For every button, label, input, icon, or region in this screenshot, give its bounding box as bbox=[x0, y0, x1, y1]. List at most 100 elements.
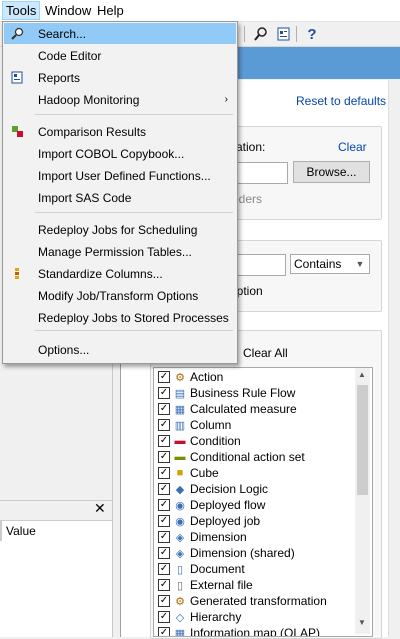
type-list-item[interactable]: ✓ ▦ Calculated measure bbox=[154, 401, 354, 417]
location-input[interactable] bbox=[230, 162, 288, 184]
match-type-select[interactable]: Contains ▼ bbox=[290, 254, 370, 274]
menu-separator bbox=[35, 114, 233, 115]
scroll-down-icon[interactable]: ▼ bbox=[358, 618, 366, 627]
object-type-icon: ◉ bbox=[175, 499, 185, 512]
panel-scrollbar[interactable] bbox=[388, 80, 400, 637]
type-checkbox[interactable]: ✓ bbox=[158, 611, 170, 623]
type-list-item[interactable]: ✓ ◈ Dimension (shared) bbox=[154, 545, 354, 561]
type-label: Conditional action set bbox=[190, 450, 305, 464]
tools-menu-item[interactable]: Manage Permission Tables... bbox=[4, 241, 236, 262]
type-checkbox[interactable]: ✓ bbox=[158, 531, 170, 543]
object-type-icon: ▯ bbox=[176, 579, 184, 592]
value-column-header[interactable]: Value bbox=[6, 524, 36, 538]
tools-menu-item[interactable]: Options... bbox=[4, 339, 236, 360]
type-checkbox[interactable]: ✓ bbox=[158, 627, 170, 636]
type-list-item[interactable]: ✓ ⚙ Action bbox=[154, 369, 354, 385]
object-type-icon: ▤ bbox=[174, 387, 186, 400]
menu-icon-slot bbox=[10, 343, 24, 357]
types-list-scroll-thumb[interactable] bbox=[357, 385, 368, 495]
type-checkbox[interactable]: ✓ bbox=[158, 387, 170, 399]
menu-item-label: Manage Permission Tables... bbox=[38, 244, 192, 259]
tools-menu-item[interactable]: Modify Job/Transform Options bbox=[4, 285, 236, 306]
name-input[interactable] bbox=[230, 254, 286, 276]
match-type-value: Contains bbox=[294, 257, 342, 271]
report-icon[interactable] bbox=[274, 25, 292, 43]
object-type-icon: ▥ bbox=[174, 419, 186, 432]
type-list-item[interactable]: ✓ ▬ Condition bbox=[154, 433, 354, 449]
type-checkbox[interactable]: ✓ bbox=[158, 499, 170, 511]
type-label: Action bbox=[190, 370, 224, 384]
toolbar-separator bbox=[244, 26, 245, 42]
help-icon[interactable]: ? bbox=[303, 25, 321, 43]
type-list-item[interactable]: ✓ ▬ Conditional action set bbox=[154, 449, 354, 465]
type-checkbox[interactable]: ✓ bbox=[158, 403, 170, 415]
menu-tools[interactable]: Tools bbox=[2, 1, 41, 20]
object-type-icon: ▦ bbox=[174, 403, 186, 416]
object-type-icon: ▬ bbox=[174, 435, 186, 447]
tools-menu-item[interactable]: Redeploy Jobs to Stored Processes bbox=[4, 307, 236, 328]
menu-item-label: Standardize Columns... bbox=[38, 266, 163, 281]
type-label: Document bbox=[190, 562, 245, 576]
type-label: Business Rule Flow bbox=[190, 386, 296, 400]
tools-menu-item[interactable]: Import SAS Code bbox=[4, 187, 236, 208]
menu-item-label: Import SAS Code bbox=[38, 190, 132, 205]
type-checkbox[interactable]: ✓ bbox=[158, 451, 170, 463]
properties-body bbox=[0, 541, 112, 637]
tools-menu-item[interactable]: Hadoop Monitoring › bbox=[4, 89, 236, 110]
menu-separator bbox=[35, 330, 233, 331]
object-type-icon: ◉ bbox=[175, 515, 185, 528]
menu-help[interactable]: Help bbox=[94, 2, 127, 19]
type-checkbox[interactable]: ✓ bbox=[158, 563, 170, 575]
type-checkbox[interactable]: ✓ bbox=[158, 547, 170, 559]
type-list-item[interactable]: ✓ ◇ Hierarchy bbox=[154, 609, 354, 625]
type-list-item[interactable]: ✓ ◉ Deployed flow bbox=[154, 497, 354, 513]
tools-menu-item[interactable]: Import COBOL Copybook... bbox=[4, 143, 236, 164]
type-list-item[interactable]: ✓ ◆ Decision Logic bbox=[154, 481, 354, 497]
reset-to-defaults-link[interactable]: Reset to defaults bbox=[296, 94, 386, 108]
properties-columns: Value bbox=[0, 520, 112, 542]
search-icon bbox=[10, 27, 24, 41]
tools-menu-item[interactable]: Comparison Results bbox=[4, 121, 236, 142]
clear-location-link[interactable]: Clear bbox=[338, 140, 367, 154]
type-label: Deployed job bbox=[190, 514, 261, 528]
type-checkbox[interactable]: ✓ bbox=[158, 467, 170, 479]
browse-button[interactable]: Browse... bbox=[293, 161, 370, 183]
close-icon[interactable]: ✕ bbox=[94, 500, 106, 517]
type-list-item[interactable]: ✓ ▯ Document bbox=[154, 561, 354, 577]
clear-all-label[interactable]: Clear All bbox=[243, 346, 288, 360]
standardize-icon bbox=[10, 267, 24, 281]
type-list-item[interactable]: ✓ ■ Cube bbox=[154, 465, 354, 481]
search-icon[interactable] bbox=[252, 25, 270, 43]
type-checkbox[interactable]: ✓ bbox=[158, 595, 170, 607]
type-checkbox[interactable]: ✓ bbox=[158, 371, 170, 383]
type-checkbox[interactable]: ✓ bbox=[158, 419, 170, 431]
type-list-item[interactable]: ✓ ▥ Column bbox=[154, 417, 354, 433]
menu-bar: Tools Window Help bbox=[0, 0, 400, 22]
menu-item-label: Redeploy Jobs to Stored Processes bbox=[38, 310, 229, 325]
menu-item-label: Search... bbox=[38, 26, 87, 41]
menu-separator bbox=[35, 212, 233, 213]
type-checkbox[interactable]: ✓ bbox=[158, 515, 170, 527]
type-list-item[interactable]: ✓ ▯ External file bbox=[154, 577, 354, 593]
scroll-up-icon[interactable]: ▲ bbox=[358, 370, 366, 379]
name-filter-group bbox=[230, 240, 382, 312]
type-checkbox[interactable]: ✓ bbox=[158, 483, 170, 495]
tools-menu-item[interactable]: Standardize Columns... bbox=[4, 263, 236, 284]
type-list-item[interactable]: ✓ ◉ Deployed job bbox=[154, 513, 354, 529]
type-list-item[interactable]: ✓ ◈ Dimension bbox=[154, 529, 354, 545]
tools-menu-item[interactable]: Search... bbox=[4, 23, 236, 44]
tools-menu-item[interactable]: Code Editor bbox=[4, 45, 236, 66]
type-label: Generated transformation bbox=[190, 594, 327, 608]
type-label: Condition bbox=[190, 434, 241, 448]
type-list-item[interactable]: ✓ ⚙ Generated transformation bbox=[154, 593, 354, 609]
type-list-item[interactable]: ✓ ▤ Business Rule Flow bbox=[154, 385, 354, 401]
menu-window[interactable]: Window bbox=[42, 2, 94, 19]
type-checkbox[interactable]: ✓ bbox=[158, 435, 170, 447]
tools-menu-item[interactable]: Redeploy Jobs for Scheduling bbox=[4, 219, 236, 240]
tools-menu-item[interactable]: Import User Defined Functions... bbox=[4, 165, 236, 186]
tools-menu-item[interactable]: Reports bbox=[4, 67, 236, 88]
type-label: Decision Logic bbox=[190, 482, 269, 496]
type-list-item[interactable]: ✓ ▦ Information map (OLAP) bbox=[154, 625, 354, 636]
type-checkbox[interactable]: ✓ bbox=[158, 579, 170, 591]
chevron-down-icon: ▼ bbox=[355, 259, 365, 269]
